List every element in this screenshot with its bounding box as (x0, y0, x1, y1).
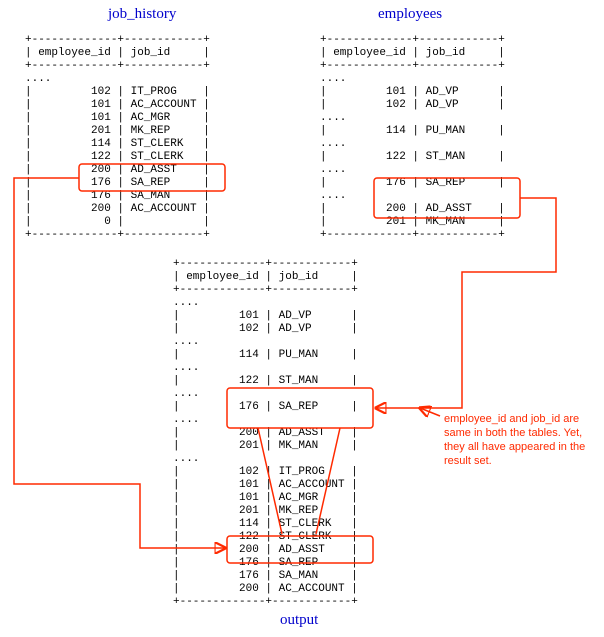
table-output: +-------------+------------+ | employee_… (173, 258, 358, 609)
table-employees: +-------------+------------+ | employee_… (320, 34, 505, 242)
table-job-history: +-------------+------------+ | employee_… (25, 34, 210, 242)
annotation-text: employee_id and job_id are same in both … (444, 412, 604, 468)
title-job-history: job_history (108, 8, 176, 21)
title-employees: employees (378, 8, 442, 21)
title-output: output (280, 614, 318, 627)
